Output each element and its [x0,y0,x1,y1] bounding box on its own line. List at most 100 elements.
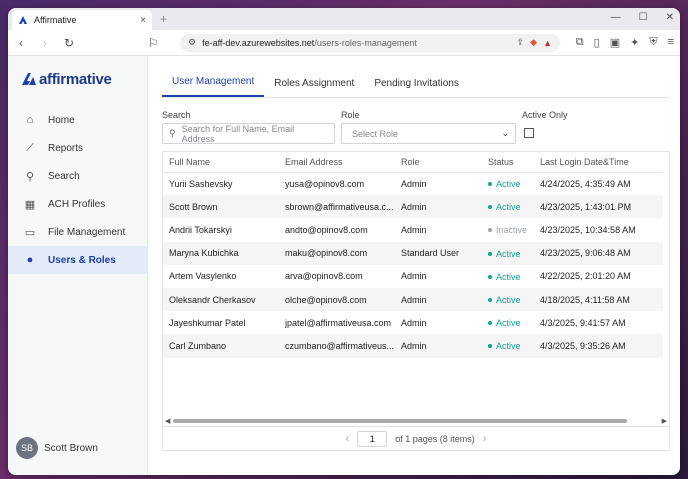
user-name: Scott Brown [44,442,98,454]
table-row[interactable]: Andrii Tokarskyi andto@opinov8.com Admin In… [163,218,663,241]
extensions-icon[interactable]: ⧉ [576,36,584,49]
status-badge: Inactive [488,225,527,235]
filters: Search ⚲ Search for Full Name, Email Add… [162,110,670,144]
cell-role: Admin [401,271,427,282]
cell-role: Standard User [395,241,482,265]
role-placeholder: Select Role [352,128,399,139]
browser-tab[interactable]: Affirmative × [12,10,152,30]
table-row[interactable]: Oleksandr Cherkasov olche@opinov8.com Admi… [163,287,663,312]
table-row[interactable]: Scott Brown sbrown@affirmativeusa.c... Adm… [163,195,663,219]
prev-page-icon[interactable]: ‹ [346,433,350,445]
scroll-left-icon[interactable]: ◀ [165,417,170,425]
search-label: Search [162,110,191,120]
tab-close-icon[interactable]: × [140,15,146,26]
sidebar-item-home[interactable]: ⌂ Home [8,106,147,134]
active-only-checkbox[interactable] [524,128,534,138]
page-summary: of 1 pages (8 items) [395,433,475,444]
sidebar-item-label: Home [48,114,75,126]
share-icon[interactable]: ⇪ [517,37,525,48]
cell-last-login: 4/3/2025, 9:35:26 AM [534,334,663,358]
user-profile[interactable]: SB Scott Brown [16,437,98,459]
status-dot-icon [488,228,492,233]
next-page-icon[interactable]: › [483,433,487,445]
sidebar-item-reports[interactable]: ⟋ Reports [8,134,147,162]
role-select[interactable]: Select Role ⌄ [341,123,516,144]
table-row[interactable]: Carl Zumbano czumbano@affirmativeus... Adm… [163,334,663,358]
sidebar-item-users-roles[interactable]: ● Users & Roles [8,246,147,274]
status-badge: Active [488,341,521,351]
search-icon: ⚲ [169,128,176,138]
vpn-icon[interactable]: ⛨ [649,36,657,49]
cell-email: arva@opinov8.com [285,271,363,282]
role-filter: Role Select Role ⌄ [341,110,516,144]
brand-name: affirmative [39,70,112,88]
cell-email: olche@opinov8.com [279,287,395,312]
tab-roles-assignment[interactable]: Roles Assignment [264,78,364,97]
cell-role: Admin [401,178,427,189]
cell-role: Admin [395,287,482,312]
status-dot-icon [488,298,492,303]
brave-shield-icon[interactable]: ◆ [530,37,537,48]
table-row[interactable]: Jayeshkumar Patel jpatel@affirmativeusa.c… [163,311,663,334]
cell-full-name: Andrii Tokarskyi [169,224,232,235]
brand-logo[interactable]: affirmative [8,66,147,92]
site-info-icon[interactable]: ⚙ [188,37,196,48]
column-header-full-name[interactable]: Full Name [163,152,279,173]
close-window-button[interactable]: ✕ [666,12,674,23]
cell-role: Admin [395,334,482,358]
column-header-last-login[interactable]: Last Login Date&Time [534,152,663,173]
cell-status: Active [482,241,534,265]
active-only-filter: Active Only [522,110,568,144]
sidebar-item-file-management[interactable]: ▭ File Management [8,218,147,246]
cell-full-name: Oleksandr Cherkasov [163,287,279,312]
tab-user-management[interactable]: User Management [162,76,265,97]
page-number-input[interactable]: 1 [357,430,388,447]
table-row[interactable]: Maryna Kubichka maku@opinov8.com Standard … [163,241,663,265]
column-header-role[interactable]: Role [395,152,482,173]
sidebar-item-search[interactable]: ⚲ Search [8,162,147,190]
address-bar[interactable]: ⚙ fe-aff-dev.azurewebsites.net/users-rol… [180,33,560,52]
scrollbar-thumb[interactable] [173,419,627,423]
cell-role: Admin [401,224,427,235]
column-header-email[interactable]: Email Address [279,152,395,173]
brave-rewards-icon[interactable]: ▲ [543,38,552,48]
wallet-icon[interactable]: ▣ [610,36,620,49]
maximize-button[interactable]: ☐ [639,12,648,23]
cell-status: Active [482,334,534,358]
status-badge: Active [488,295,521,305]
status-dot-icon [488,344,492,349]
tab-pending-invitations[interactable]: Pending Invitations [364,78,469,97]
back-icon[interactable]: ‹ [14,36,28,50]
new-tab-button[interactable]: + [160,12,167,26]
affirmative-logo-icon [19,16,27,24]
main-content: User Management Roles Assignment Pending… [148,56,680,475]
minimize-button[interactable]: — [611,12,621,23]
cell-email: andto@opinov8.com [285,224,368,235]
cell-last-login: 4/23/2025, 10:34:58 AM [540,224,636,235]
status-text: Active [496,318,521,329]
search-icon: ⚲ [25,170,35,183]
menu-icon[interactable]: ≡ [668,36,674,49]
search-filter: Search ⚲ Search for Full Name, Email Add… [162,110,335,144]
forward-icon[interactable]: › [38,36,52,50]
status-badge: Active [488,249,521,259]
sidebar-toggle-icon[interactable]: ▯ [594,36,600,49]
file-icon: ▭ [24,226,36,239]
column-header-status[interactable]: Status [482,152,534,173]
cell-last-login: 4/23/2025, 9:06:48 AM [534,241,663,265]
browser-toolbar: ‹ › ↻ ⚐ ⚙ fe-aff-dev.azurewebsites.net/u… [8,30,680,56]
chart-icon: ⟋ [26,141,34,154]
leo-ai-icon[interactable]: ✦ [630,36,639,49]
table-row[interactable]: Yurii Sashevsky yusa@opinov8.com Admin Acti… [163,172,663,195]
table-row[interactable]: Artem Vasylenko arva@opinov8.com Admin Acti… [163,265,663,288]
status-text: Active [496,202,521,213]
horizontal-scrollbar[interactable]: ◀ ▶ [163,417,669,425]
sidebar-item-ach-profiles[interactable]: ▦ ACH Profiles [8,190,147,218]
pagination: ‹ 1 of 1 pages (8 items) › [163,426,669,450]
bookmark-icon[interactable]: ⚐ [146,36,160,50]
reload-icon[interactable]: ↻ [62,36,76,50]
scroll-right-icon[interactable]: ▶ [662,417,667,425]
search-input[interactable]: ⚲ Search for Full Name, Email Address [162,123,335,144]
status-text: Active [496,248,521,259]
cell-full-name: Jayeshkumar Patel [169,317,246,328]
